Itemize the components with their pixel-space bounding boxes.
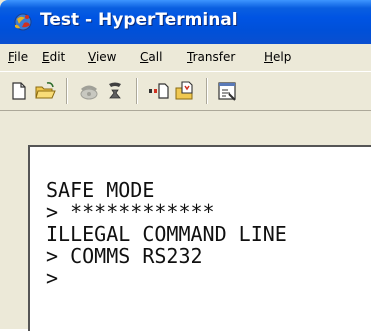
hyperterminal-window: Test - HyperTerminal File Edit View Call… <box>0 0 371 331</box>
send-icon[interactable] <box>148 80 170 102</box>
menu-edit-accel: E <box>42 50 50 64</box>
new-icon[interactable] <box>8 80 30 102</box>
menu-help[interactable]: Help <box>264 50 291 64</box>
hyperterminal-app-icon[interactable] <box>12 12 34 32</box>
menu-file[interactable]: File <box>8 50 28 64</box>
menu-transfer[interactable]: Transfer <box>187 50 235 64</box>
menu-view-accel: V <box>88 50 96 64</box>
menu-help-accel: H <box>264 50 274 64</box>
menu-view-label: iew <box>95 50 117 64</box>
terminal-prompt: > <box>46 266 59 290</box>
menu-call-label: all <box>148 50 163 64</box>
window-title: Test - HyperTerminal <box>40 10 238 30</box>
terminal-line: > ************ <box>46 200 215 224</box>
menu-view[interactable]: View <box>88 50 116 64</box>
terminal-screen[interactable]: SAFE MODE > ************ ILLEGAL COMMAND… <box>28 145 371 331</box>
terminal-line: > COMMS RS232 <box>46 244 203 268</box>
menu-call[interactable]: Call <box>140 50 162 64</box>
terminal-line: SAFE MODE <box>46 178 155 202</box>
properties-icon[interactable] <box>216 80 238 102</box>
title-bar[interactable]: Test - HyperTerminal <box>0 0 371 44</box>
open-icon[interactable] <box>34 80 56 102</box>
menu-file-label: ile <box>14 50 29 64</box>
toolbar <box>0 71 371 111</box>
menu-transfer-label: ransfer <box>192 50 236 64</box>
toolbar-separator <box>66 78 68 104</box>
menu-bar: File Edit View Call Transfer Help <box>0 44 371 71</box>
disconnect-icon[interactable] <box>104 80 126 102</box>
toolbar-separator <box>206 78 208 104</box>
menu-edit[interactable]: Edit <box>42 50 65 64</box>
toolbar-separator <box>136 78 138 104</box>
connect-icon[interactable] <box>78 80 100 102</box>
menu-edit-label: dit <box>49 50 66 64</box>
receive-icon[interactable] <box>174 80 196 102</box>
menu-help-label: elp <box>273 50 292 64</box>
terminal-line: ILLEGAL COMMAND LINE <box>46 222 287 246</box>
